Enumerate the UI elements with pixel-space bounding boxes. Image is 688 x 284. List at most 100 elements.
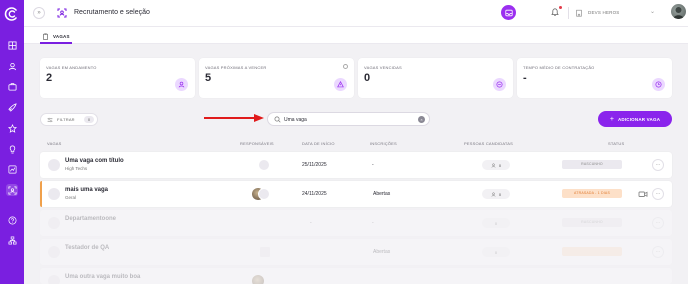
collapse-sidebar-button[interactable]: » (33, 7, 45, 19)
row-accent-bar (40, 181, 42, 207)
more-options-button[interactable]: ··· (652, 159, 664, 171)
header-divider (568, 7, 569, 19)
quick-action-button[interactable] (501, 5, 516, 20)
col-data-inicio: DATA DE INÍCIO (302, 141, 335, 146)
user-avatar[interactable] (671, 4, 686, 19)
sidebar-item-ideas[interactable] (6, 143, 18, 155)
info-icon[interactable] (343, 64, 348, 69)
notification-dot (559, 6, 562, 9)
candidates-value: 0 (494, 220, 498, 226)
table-header: VAGAS RESPONSÁVEIS DATA DE INÍCIO INSCRI… (40, 140, 672, 149)
plus-icon: + (609, 115, 614, 123)
stat-card-expiring: VAGAS PRÓXIMAS A VENCER 5 (199, 58, 354, 98)
sidebar-item-dashboard[interactable] (6, 39, 18, 51)
more-options-button[interactable]: ··· (652, 217, 664, 229)
avatar-photo (673, 7, 684, 19)
table-row[interactable]: Departamentoone - - 0 RASCUNHO ··· (40, 210, 672, 236)
add-job-button[interactable]: + ADICIONAR VAGA (598, 111, 672, 127)
table-row[interactable]: Uma outra vaga muito boa (40, 268, 672, 284)
sidebar-item-rocket[interactable] (6, 101, 18, 113)
search-box[interactable]: × (267, 112, 430, 126)
sidebar-item-org[interactable] (6, 234, 18, 246)
video-icon[interactable] (638, 189, 648, 199)
add-job-label: ADICIONAR VAGA (617, 116, 661, 122)
inbox-icon (504, 9, 513, 16)
top-header: » Recrutamento e seleção DEVS HEROS ⌄ (24, 0, 688, 27)
job-icon (48, 246, 60, 258)
more-options-button[interactable]: ··· (652, 246, 664, 258)
inscricoes-status: - (372, 162, 374, 168)
col-responsaveis: RESPONSÁVEIS (240, 141, 274, 146)
col-pessoas-candidatas: PESSOAS CANDIDATAS (464, 141, 514, 146)
candidates-count[interactable]: 0 (482, 160, 510, 170)
search-input[interactable] (284, 115, 414, 124)
stat-value: 2 (46, 72, 53, 84)
table-row[interactable]: Uma vaga com título High Techs 25/11/202… (40, 152, 672, 178)
filter-count-badge: 0 (84, 116, 94, 123)
tab-vagas[interactable]: VAGAS (40, 30, 72, 44)
org-chart-icon (8, 236, 16, 244)
tab-bar: VAGAS (24, 27, 688, 44)
candidates-value: 0 (498, 191, 502, 197)
lightbulb-icon (9, 145, 15, 153)
minus-circle-icon (496, 81, 503, 88)
grid-icon (7, 40, 17, 50)
filter-icon (47, 117, 53, 122)
sidebar-item-people[interactable] (6, 60, 18, 72)
user-icon (8, 62, 16, 70)
status-badge: RASCUNHO (562, 218, 622, 227)
more-options-button[interactable]: ··· (652, 188, 664, 200)
job-title[interactable]: Uma outra vaga muito boa (65, 274, 140, 280)
chart-box-icon (8, 165, 16, 173)
start-date: - (310, 220, 312, 226)
start-date: 24/11/2025 (302, 191, 327, 197)
warning-triangle-icon (337, 81, 344, 88)
stat-card-expired: VAGAS VENCIDAS 0 (358, 58, 513, 98)
candidates-count[interactable]: 0 (482, 189, 510, 199)
stat-value: 0 (364, 72, 371, 84)
table-row[interactable]: mais uma vaga Geral 24/11/2025 Abertas 0… (40, 181, 672, 207)
sidebar-item-star[interactable] (6, 122, 18, 134)
table-row[interactable]: Testador de QA Abertas 0 ··· (40, 239, 672, 265)
job-title[interactable]: Testador de QA (65, 245, 109, 251)
stat-icon (493, 78, 506, 91)
chevron-down-icon[interactable]: ⌄ (650, 8, 655, 15)
candidates-value: 0 (494, 249, 498, 255)
building-icon (576, 9, 582, 17)
search-icon (274, 116, 281, 123)
col-inscricoes: INSCRIÇÕES (370, 141, 397, 146)
candidates-count[interactable]: 0 (482, 247, 510, 257)
sidebar-item-recruitment[interactable] (6, 184, 18, 196)
stat-value: - (523, 72, 527, 84)
candidates-value: 0 (498, 162, 502, 168)
job-title[interactable]: Departamentoone (65, 216, 116, 222)
status-badge: RASCUNHO (562, 160, 622, 169)
job-title[interactable]: mais uma vaga (65, 187, 108, 193)
star-icon (7, 123, 17, 133)
stat-card-active: VAGAS EM ANDAMENTO 2 (40, 58, 195, 98)
job-title[interactable]: Uma vaga com título (65, 158, 124, 164)
clock-icon (655, 81, 662, 88)
responsible-avatar[interactable] (258, 159, 270, 171)
job-department: Geral (65, 195, 77, 200)
inscricoes-status: - (372, 220, 374, 226)
sidebar-item-briefcase[interactable] (6, 80, 18, 92)
sidebar-item-reports[interactable] (6, 163, 18, 175)
clear-search-icon[interactable]: × (418, 116, 425, 123)
sidebar-item-help[interactable] (6, 214, 18, 226)
job-icon (48, 159, 60, 171)
responsible-avatar[interactable] (259, 246, 271, 258)
stat-label: VAGAS PRÓXIMAS A VENCER (205, 65, 267, 70)
filter-button[interactable]: FILTRAR 0 (40, 113, 98, 126)
stat-label: TEMPO MÉDIO DE CONTRATAÇÃO (523, 65, 595, 70)
company-selector[interactable]: DEVS HEROS (588, 10, 620, 15)
responsible-avatar-photo[interactable] (252, 275, 264, 284)
candidates-count[interactable]: 0 (482, 218, 510, 228)
app-logo-icon[interactable] (4, 6, 20, 22)
responsible-avatar[interactable] (258, 188, 270, 200)
stat-card-avg-time: TEMPO MÉDIO DE CONTRATAÇÃO - (517, 58, 672, 98)
inscricoes-status: Abertas (373, 191, 391, 197)
stat-label: VAGAS EM ANDAMENTO (46, 65, 97, 70)
stat-icon (652, 78, 665, 91)
col-vagas: VAGAS (47, 141, 62, 146)
